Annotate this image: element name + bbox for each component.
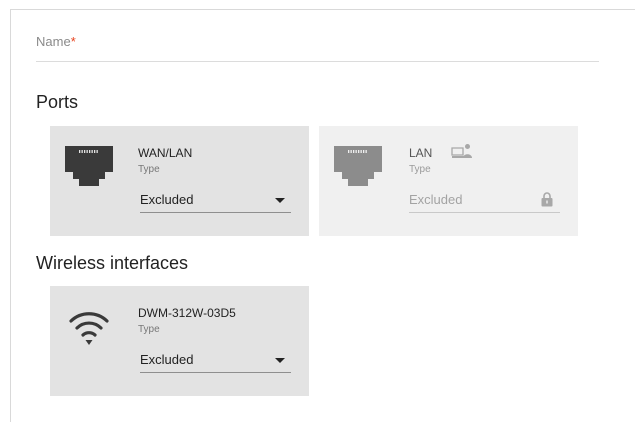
port-card-wan-lan[interactable]: WAN/LAN Type Excluded [50, 126, 309, 236]
name-label: Name* [36, 34, 76, 49]
port-name: WAN/LAN [138, 146, 193, 160]
port-card-lan: LAN Type Excluded [319, 126, 578, 236]
type-select[interactable]: Excluded [140, 350, 291, 373]
lock-icon [541, 192, 553, 207]
frame-border-left [10, 9, 11, 422]
wireless-card[interactable]: DWM-312W-03D5 Type Excluded [50, 286, 309, 396]
ethernet-port-icon [65, 146, 113, 186]
type-label: Type [409, 164, 431, 175]
ports-section-title: Ports [36, 92, 79, 112]
ethernet-port-icon [334, 146, 382, 186]
type-select-value: Excluded [140, 352, 194, 367]
name-field[interactable]: Name* [36, 24, 599, 62]
type-select[interactable]: Excluded [140, 190, 291, 213]
frame-border-top [10, 9, 635, 10]
required-mark: * [70, 34, 76, 49]
type-select-value: Excluded [140, 192, 194, 207]
type-label: Type [138, 324, 160, 335]
chevron-down-icon [275, 358, 285, 363]
network-computer-icon [451, 144, 472, 158]
type-label: Type [138, 164, 160, 175]
wifi-icon [69, 312, 109, 345]
port-name: LAN [409, 146, 433, 160]
type-select-value: Excluded [409, 192, 463, 207]
type-select-disabled: Excluded [409, 190, 560, 213]
chevron-down-icon [275, 198, 285, 203]
wireless-section-title: Wireless interfaces [36, 253, 189, 273]
wireless-name: DWM-312W-03D5 [138, 306, 236, 320]
